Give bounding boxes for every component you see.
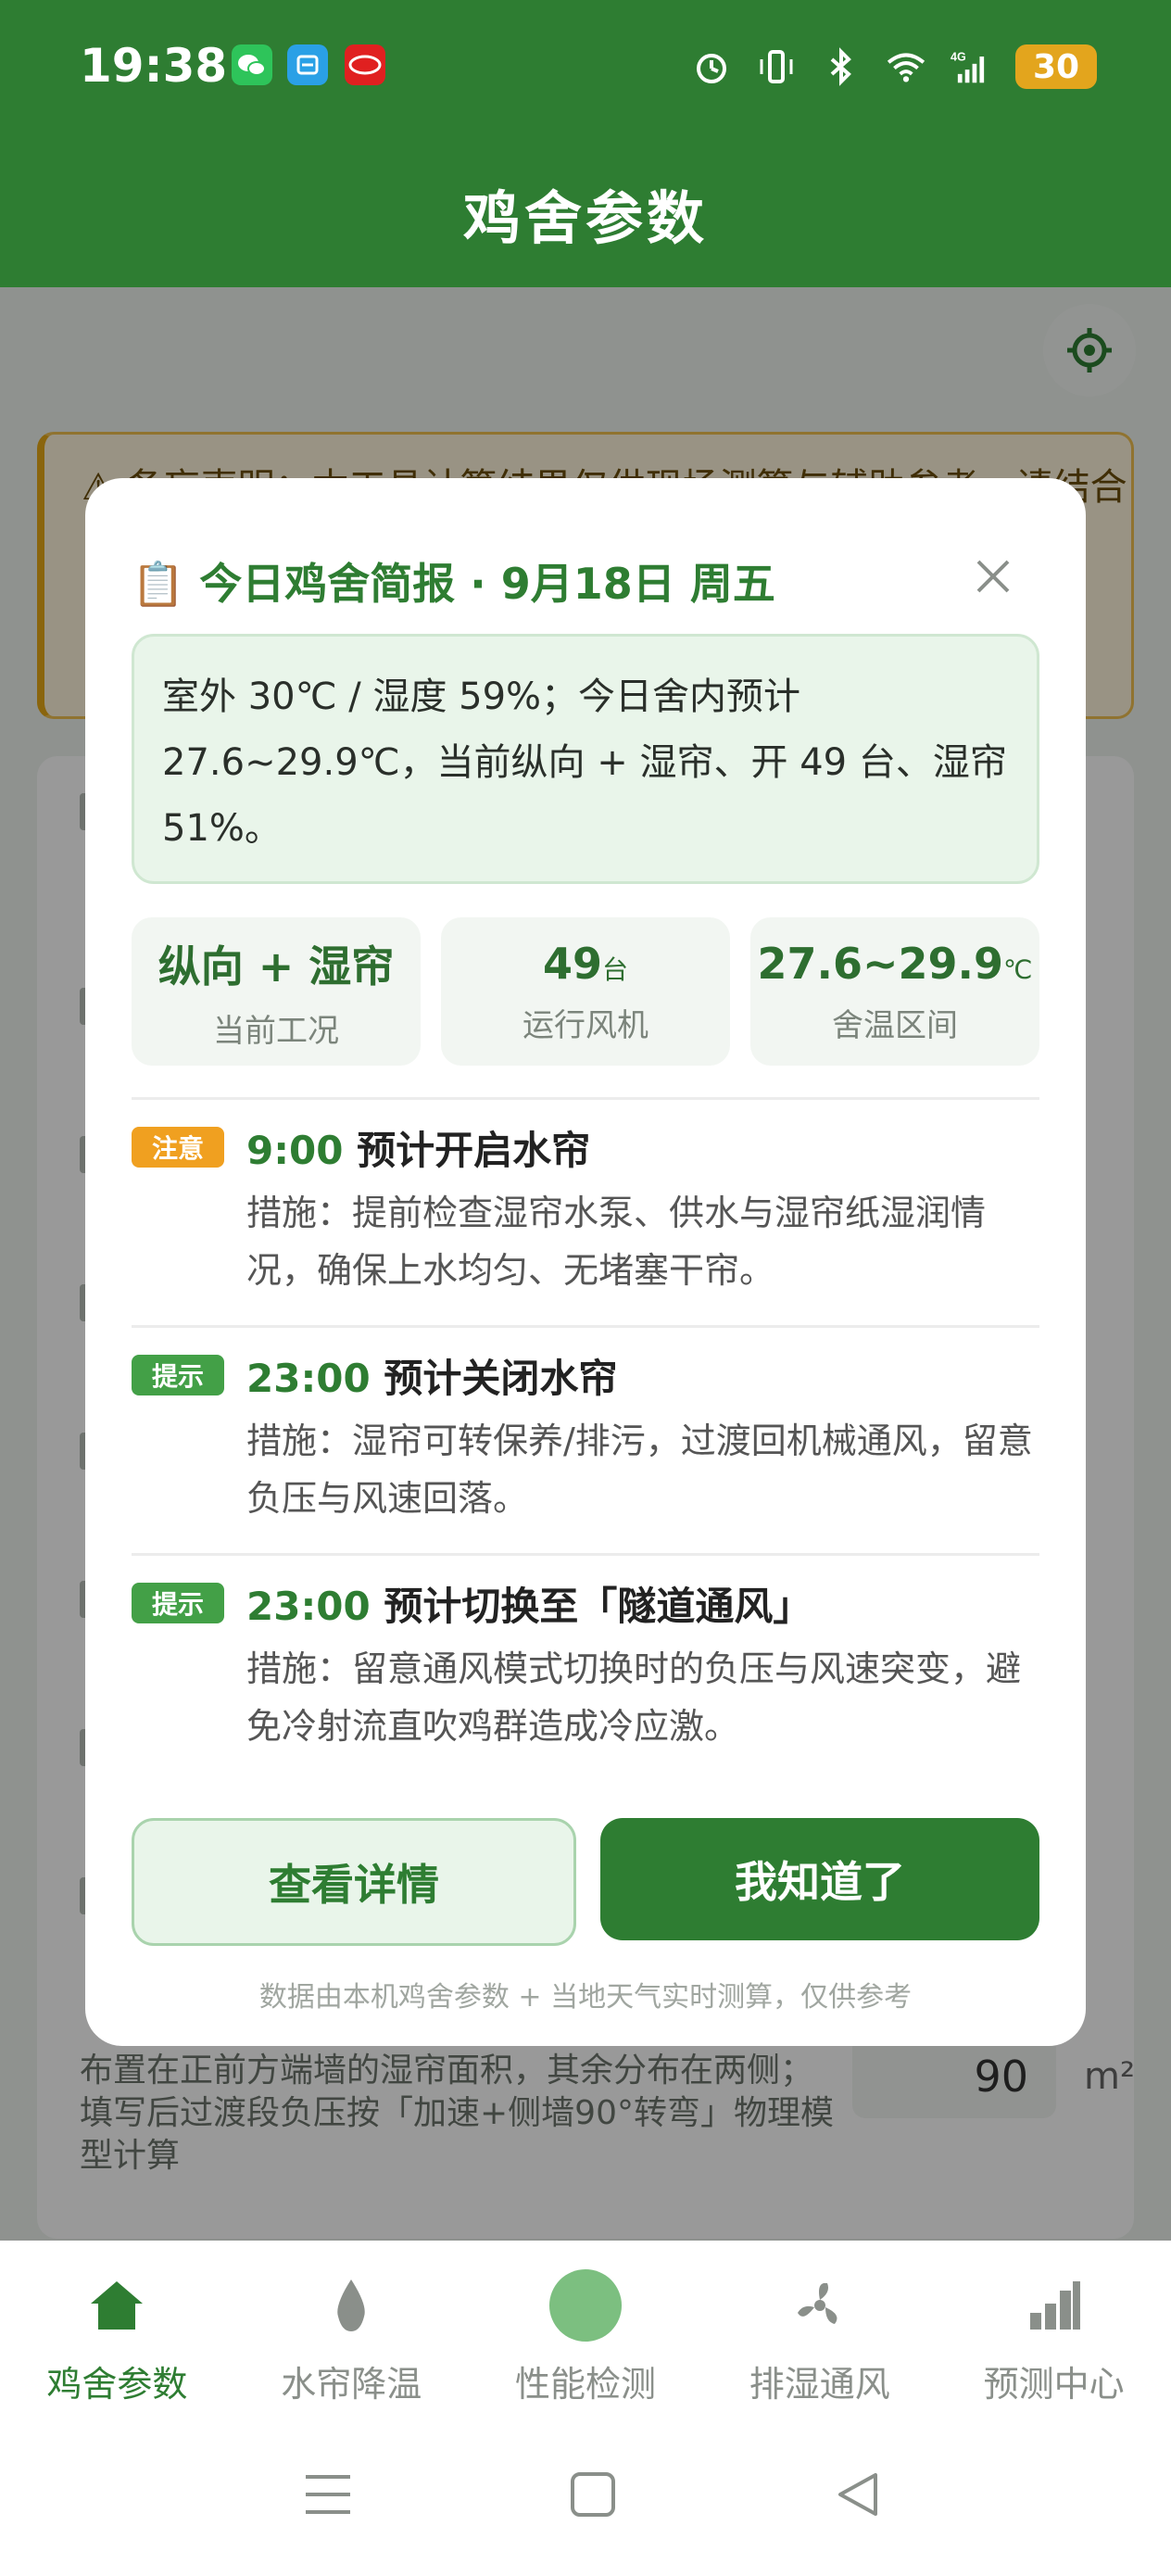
svg-text:4G: 4G xyxy=(951,51,966,64)
stat-unit: 台 xyxy=(602,953,629,985)
stat-label: 舍温区间 xyxy=(832,1006,958,1044)
status-bar: 19:38 4G 30 xyxy=(0,0,1171,139)
app-bar: 鸡舍参数 xyxy=(0,139,1171,287)
square-icon xyxy=(571,2472,615,2517)
stat-label: 运行风机 xyxy=(523,1006,648,1044)
close-icon xyxy=(976,560,1010,593)
stat-mode: 纵向 + 湿帘 当前工况 xyxy=(132,917,421,1066)
stat-fans: 49台 运行风机 xyxy=(441,917,730,1066)
dialog-title: 📋 今日鸡舍简报 · 9月18日 周五 xyxy=(132,559,775,609)
menu-button[interactable] xyxy=(300,2467,356,2522)
wechat-icon xyxy=(232,44,272,85)
dialog-header: 📋 今日鸡舍简报 · 9月18日 周五 xyxy=(132,532,1039,634)
bar-chart-icon xyxy=(1017,2268,1091,2342)
home-button[interactable] xyxy=(565,2467,621,2522)
vibrate-icon xyxy=(756,46,797,87)
app-icon xyxy=(287,44,328,85)
event-time: 9:00 xyxy=(246,1128,344,1173)
wifi-icon xyxy=(886,46,926,87)
event-title: 预计开启水帘 xyxy=(357,1128,591,1173)
nav-label: 水帘降温 xyxy=(281,2364,422,2405)
status-time: 19:38 xyxy=(80,39,228,93)
nav-item-performance[interactable]: 性能检测 xyxy=(469,2241,703,2407)
alarm-icon xyxy=(691,46,732,87)
back-triangle-icon xyxy=(838,2473,877,2516)
bluetooth-icon xyxy=(821,46,862,87)
nav-label: 性能检测 xyxy=(514,2364,656,2405)
nav-label: 鸡舍参数 xyxy=(46,2364,188,2405)
divider xyxy=(132,1325,1039,1328)
nav-item-forecast[interactable]: 预测中心 xyxy=(937,2241,1171,2407)
summary-box: 室外 30℃ / 湿度 59%；今日舍内预计 27.6~29.9℃，当前纵向 +… xyxy=(132,634,1039,884)
stat-unit: ℃ xyxy=(1003,953,1033,985)
battery-icon: 30 xyxy=(1015,44,1097,89)
daily-brief-dialog: 📋 今日鸡舍简报 · 9月18日 周五 室外 30℃ / 湿度 59%；今日舍内… xyxy=(85,478,1086,2046)
back-button[interactable] xyxy=(830,2467,886,2522)
event-measure: 措施：留意通风模式切换时的负压与风速突变，避免冷射流直吹鸡群造成冷应激。 xyxy=(246,1648,1022,1747)
stat-value: 27.6~29.9 xyxy=(757,938,1004,989)
acknowledge-button[interactable]: 我知道了 xyxy=(600,1818,1039,1940)
stat-temperature: 27.6~29.9℃ 舍温区间 xyxy=(750,917,1039,1066)
nav-item-coop-params[interactable]: 鸡舍参数 xyxy=(0,2241,234,2407)
divider xyxy=(132,1097,1039,1100)
bottom-nav: 鸡舍参数 水帘降温 性能检测 排湿通风 预测中心 xyxy=(0,2241,1171,2407)
event-item: 提示 23:00 预计切换至「隧道通风」 措施：留意通风模式切换时的负压与风速突… xyxy=(132,1575,1039,1751)
menu-icon xyxy=(306,2475,350,2514)
view-details-button[interactable]: 查看详情 xyxy=(132,1818,576,1946)
event-title: 预计切换至「隧道通风」 xyxy=(384,1584,812,1629)
signal-4g-icon: 4G xyxy=(951,46,991,87)
circle-icon xyxy=(548,2268,623,2342)
stat-label: 当前工况 xyxy=(213,1012,339,1050)
event-title: 预计关闭水帘 xyxy=(384,1356,618,1401)
event-badge: 注意 xyxy=(132,1127,224,1168)
event-badge: 提示 xyxy=(132,1355,224,1395)
water-drop-icon xyxy=(314,2268,388,2342)
status-icons: 4G 30 xyxy=(691,39,1097,95)
close-button[interactable] xyxy=(965,549,1021,604)
event-item: 提示 23:00 预计关闭水帘 措施：湿帘可转保养/排污，过渡回机械通风，留意负… xyxy=(132,1347,1039,1523)
event-badge: 提示 xyxy=(132,1583,224,1623)
system-nav-bar xyxy=(0,2407,1171,2576)
byd-icon xyxy=(345,44,385,85)
fan-icon xyxy=(783,2268,857,2342)
stat-value: 纵向 + 湿帘 xyxy=(157,941,395,991)
event-time: 23:00 xyxy=(246,1584,371,1629)
divider xyxy=(132,1553,1039,1556)
nav-item-ventilation[interactable]: 排湿通风 xyxy=(702,2241,937,2407)
event-item: 注意 9:00 预计开启水帘 措施：提前检查湿帘水泵、供水与湿帘纸湿润情况，确保… xyxy=(132,1119,1039,1295)
event-time: 23:00 xyxy=(246,1356,371,1401)
stat-value: 49 xyxy=(542,938,602,989)
nav-label: 预测中心 xyxy=(983,2364,1125,2405)
dialog-footnote: 数据由本机鸡舍参数 + 当地天气实时测算，仅供参考 xyxy=(258,1981,913,2014)
stats-row: 纵向 + 湿帘 当前工况 49台 运行风机 27.6~29.9℃ 舍温区间 xyxy=(132,917,1039,1066)
nav-label: 排湿通风 xyxy=(749,2364,890,2405)
page-title: 鸡舍参数 xyxy=(462,184,708,252)
event-measure: 措施：提前检查湿帘水泵、供水与湿帘纸湿润情况，确保上水均匀、无堵塞干帘。 xyxy=(246,1193,987,1291)
house-icon xyxy=(80,2268,154,2342)
nav-item-cooling[interactable]: 水帘降温 xyxy=(234,2241,469,2407)
event-measure: 措施：湿帘可转保养/排污，过渡回机械通风，留意负压与风速回落。 xyxy=(246,1421,1033,1519)
